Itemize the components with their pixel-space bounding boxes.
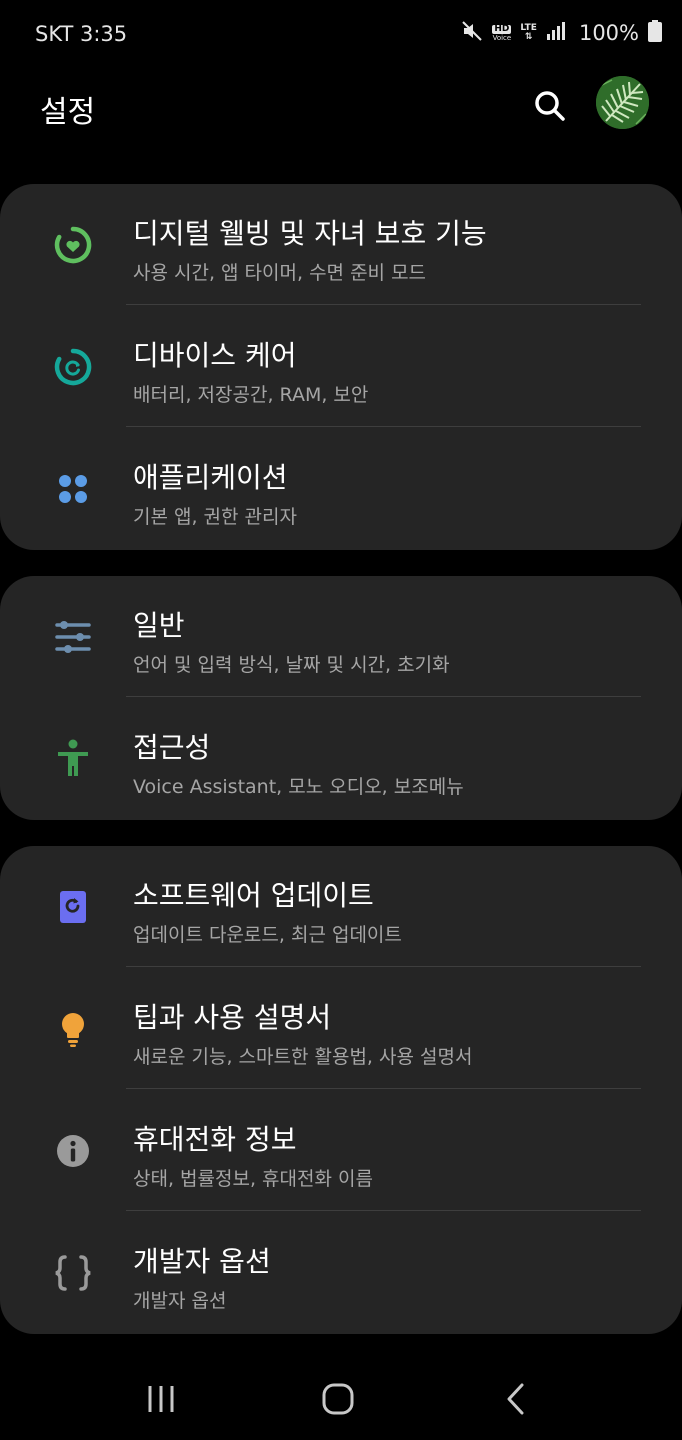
item-subtitle: 사용 시간, 앱 타이머, 수면 준비 모드 [133, 262, 427, 284]
settings-group-1: 디지털 웰빙 및 자녀 보호 기능 사용 시간, 앱 타이머, 수면 준비 모드… [0, 184, 682, 550]
settings-item-applications[interactable]: 애플리케이션 기본 앱, 권한 관리자 [0, 428, 682, 549]
carrier-time: SKT 3:35 [35, 22, 128, 46]
settings-item-developer-options[interactable]: 개발자 옵션 개발자 옵션 [0, 1212, 682, 1333]
app-bar: 설정 [0, 70, 682, 150]
settings-group-3: 소프트웨어 업데이트 업데이트 다운로드, 최근 업데이트 팁과 사용 설명서 … [0, 846, 682, 1334]
developer-braces-icon [50, 1250, 96, 1296]
item-subtitle: Voice Assistant, 모노 오디오, 보조메뉴 [133, 776, 464, 798]
item-title: 개발자 옵션 [133, 1245, 271, 1278]
item-title: 디바이스 케어 [133, 339, 297, 372]
recents-icon[interactable] [139, 1377, 183, 1421]
settings-item-phone-info[interactable]: 휴대전화 정보 상태, 법률정보, 휴대전화 이름 [0, 1090, 682, 1211]
home-icon[interactable] [316, 1377, 360, 1421]
lte-icon: LTE ⇅ [520, 23, 537, 42]
settings-item-accessibility[interactable]: 접근성 Voice Assistant, 모노 오디오, 보조메뉴 [0, 698, 682, 819]
battery-percent: 100% [578, 21, 639, 45]
settings-group-2: 일반 언어 및 입력 방식, 날짜 및 시간, 초기화 접근성 Voice As… [0, 576, 682, 820]
divider [126, 426, 641, 427]
back-icon[interactable] [494, 1377, 538, 1421]
settings-item-digital-wellbeing[interactable]: 디지털 웰빙 및 자녀 보호 기능 사용 시간, 앱 타이머, 수면 준비 모드 [0, 184, 682, 305]
lightbulb-icon [50, 1006, 96, 1052]
general-sliders-icon [50, 614, 96, 660]
battery-icon [648, 20, 662, 46]
item-subtitle: 기본 앱, 권한 관리자 [133, 506, 297, 528]
accessibility-icon [50, 736, 96, 782]
divider [126, 1210, 641, 1211]
item-subtitle: 새로운 기능, 스마트한 활용법, 사용 설명서 [133, 1046, 473, 1068]
settings-item-software-update[interactable]: 소프트웨어 업데이트 업데이트 다운로드, 최근 업데이트 [0, 846, 682, 967]
settings-item-tips[interactable]: 팁과 사용 설명서 새로운 기능, 스마트한 활용법, 사용 설명서 [0, 968, 682, 1089]
settings-item-general[interactable]: 일반 언어 및 입력 방식, 날짜 및 시간, 초기화 [0, 576, 682, 697]
digital-wellbeing-icon [50, 222, 96, 268]
page-title: 설정 [40, 95, 96, 130]
item-subtitle: 업데이트 다운로드, 최근 업데이트 [133, 924, 402, 946]
item-subtitle: 상태, 법률정보, 휴대전화 이름 [133, 1168, 373, 1190]
device-care-icon [50, 344, 96, 390]
mute-icon [461, 20, 483, 46]
item-title: 일반 [133, 609, 185, 642]
item-title: 디지털 웰빙 및 자녀 보호 기능 [133, 217, 487, 250]
divider [126, 696, 641, 697]
software-update-icon [50, 884, 96, 930]
item-title: 애플리케이션 [133, 461, 288, 494]
navigation-bar [0, 1355, 682, 1440]
item-title: 휴대전화 정보 [133, 1123, 297, 1156]
divider [126, 966, 641, 967]
item-title: 팁과 사용 설명서 [133, 1001, 332, 1034]
status-icons: HD Voice LTE ⇅ 100% [461, 20, 662, 46]
divider [126, 1088, 641, 1089]
item-subtitle: 개발자 옵션 [133, 1290, 227, 1312]
item-title: 접근성 [133, 731, 211, 764]
hd-voice-icon: HD Voice [492, 23, 512, 42]
status-bar: SKT 3:35 HD Voice LTE ⇅ 100% [0, 0, 682, 70]
settings-item-device-care[interactable]: 디바이스 케어 배터리, 저장공간, RAM, 보안 [0, 306, 682, 427]
info-icon [50, 1128, 96, 1174]
apps-icon [50, 466, 96, 512]
divider [126, 304, 641, 305]
avatar[interactable] [596, 76, 649, 129]
item-subtitle: 배터리, 저장공간, RAM, 보안 [133, 384, 369, 406]
search-icon[interactable] [530, 86, 570, 126]
item-subtitle: 언어 및 입력 방식, 날짜 및 시간, 초기화 [133, 654, 450, 676]
item-title: 소프트웨어 업데이트 [133, 879, 374, 912]
signal-icon [546, 21, 566, 45]
